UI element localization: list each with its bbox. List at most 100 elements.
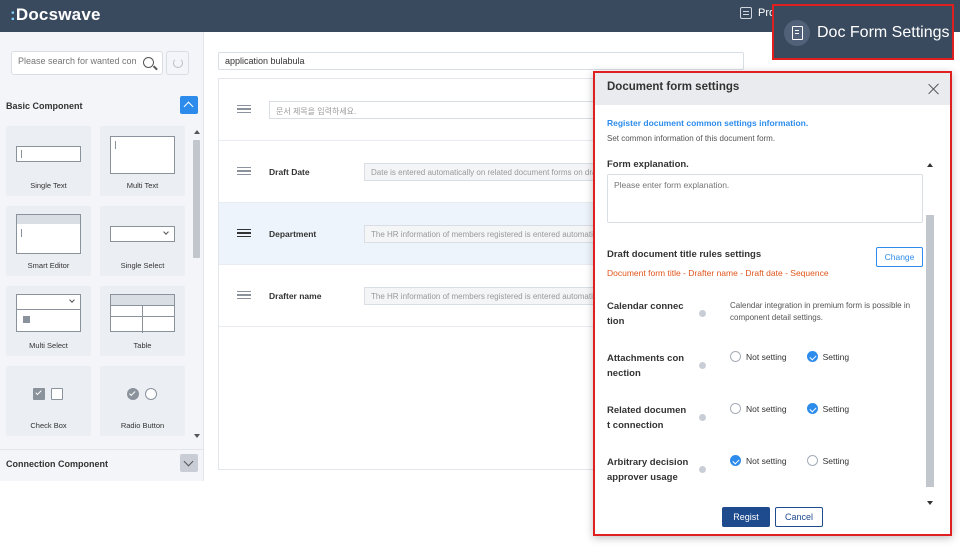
checkbox-empty-icon <box>51 388 63 400</box>
basic-component-header[interactable]: Basic Component <box>0 92 204 122</box>
component-radio-button[interactable]: Radio Button <box>100 366 185 436</box>
refresh-button[interactable] <box>166 51 189 75</box>
component-label: Multi Text <box>126 181 159 190</box>
dialog-subtitle: Register document common settings inform… <box>607 118 809 128</box>
table-icon <box>110 294 175 333</box>
multi-text-icon <box>110 136 175 174</box>
attachments-connection-label: Attachments con nection <box>607 353 685 379</box>
component-search-input[interactable] <box>18 56 136 66</box>
component-search[interactable] <box>11 51 163 75</box>
docswave-logo[interactable]: :Docswave <box>10 5 101 25</box>
section-label: Basic Component <box>6 101 83 111</box>
dialog-description: Set common information of this document … <box>607 134 776 143</box>
component-single-text[interactable]: Single Text <box>6 126 91 196</box>
attachments-setting-option[interactable]: Setting <box>806 351 849 362</box>
search-icon[interactable] <box>143 57 154 68</box>
radio-empty-icon[interactable] <box>730 351 741 362</box>
component-single-select[interactable]: Single Select <box>100 206 185 276</box>
collapse-toggle[interactable] <box>180 96 198 114</box>
form-explanation-label: Form explanation. <box>607 159 689 170</box>
component-label: Smart Editor <box>27 261 70 270</box>
document-form-settings-dialog: Document form settings Register document… <box>593 71 952 536</box>
scroll-down-icon[interactable] <box>194 434 200 438</box>
single-text-icon <box>16 146 81 162</box>
calendar-connection-label: Calendar connec tion <box>607 301 684 327</box>
component-table[interactable]: Table <box>100 286 185 356</box>
dialog-header: Document form settings <box>595 73 950 105</box>
component-scrollbar[interactable] <box>192 128 201 440</box>
arbitrary-not-setting-option[interactable]: Not setting <box>730 455 787 466</box>
radio-checked-icon[interactable] <box>730 455 741 466</box>
component-label: Radio Button <box>120 421 165 430</box>
related-radio-group: Not setting Setting <box>730 403 869 414</box>
radio-checked-icon[interactable] <box>806 403 818 414</box>
component-check-box[interactable]: Check Box <box>6 366 91 436</box>
close-icon[interactable] <box>928 83 940 95</box>
doc-form-settings-callout[interactable]: Doc Form Settings <box>772 4 954 60</box>
connection-component-header[interactable]: Connection Component <box>0 449 204 479</box>
related-setting-option[interactable]: Setting <box>806 403 849 414</box>
component-label: Multi Select <box>29 341 68 350</box>
scroll-down-icon[interactable] <box>927 501 933 505</box>
related-document-connection-label: Related documen t connection <box>607 405 687 431</box>
section-label: Connection Component <box>6 459 108 469</box>
component-label: Single Text <box>30 181 67 190</box>
field-name: Drafter name <box>269 291 322 301</box>
multi-select-icon <box>16 294 81 332</box>
expand-toggle[interactable] <box>180 454 198 472</box>
dialog-title: Document form settings <box>607 81 740 93</box>
component-multi-select[interactable]: Multi Select <box>6 286 91 356</box>
radio-empty-icon <box>145 388 157 400</box>
component-label: Check Box <box>30 421 67 430</box>
title-rules-label: Draft document title rules settings <box>607 249 762 260</box>
drag-handle-icon[interactable] <box>237 291 251 299</box>
component-panel: Basic Component Single Text Multi Text S… <box>0 32 204 481</box>
related-not-setting-option[interactable]: Not setting <box>730 403 787 414</box>
component-smart-editor[interactable]: Smart Editor <box>6 206 91 276</box>
scroll-up-icon[interactable] <box>927 163 933 167</box>
component-label: Single Select <box>120 261 165 270</box>
scroll-thumb[interactable] <box>926 215 934 487</box>
field-name: Department <box>269 229 317 239</box>
arbitrary-setting-option[interactable]: Setting <box>806 455 849 466</box>
cancel-button[interactable]: Cancel <box>775 507 823 527</box>
help-icon[interactable] <box>699 466 706 473</box>
help-icon[interactable] <box>699 362 706 369</box>
chevron-up-icon <box>183 101 194 112</box>
attachments-radio-group: Not setting Setting <box>730 351 869 362</box>
smart-editor-icon <box>16 214 81 254</box>
refresh-icon <box>173 58 183 68</box>
single-select-icon <box>110 226 175 242</box>
radio-empty-icon[interactable] <box>806 455 818 466</box>
form-explanation-input[interactable] <box>607 174 923 223</box>
help-icon[interactable] <box>699 310 706 317</box>
drag-handle-icon[interactable] <box>237 167 251 175</box>
drag-handle-icon[interactable] <box>237 229 251 237</box>
help-icon[interactable] <box>699 414 706 421</box>
list-icon <box>740 7 752 19</box>
radio-empty-icon[interactable] <box>730 403 741 414</box>
dialog-scrollbar[interactable] <box>925 159 935 505</box>
application-title-input[interactable]: application bulabula <box>218 52 744 70</box>
attachments-not-setting-option[interactable]: Not setting <box>730 351 787 362</box>
chevron-down-icon <box>183 456 194 467</box>
component-grid: Single Text Multi Text Smart Editor Sing… <box>6 126 191 437</box>
callout-label: Doc Form Settings <box>817 24 950 41</box>
drag-handle-icon[interactable] <box>237 105 251 113</box>
arbitrary-radio-group: Not setting Setting <box>730 455 869 466</box>
field-name: Draft Date <box>269 167 310 177</box>
scroll-thumb[interactable] <box>193 140 200 258</box>
component-label: Table <box>133 341 152 350</box>
arbitrary-decision-label: Arbitrary decision approver usage <box>607 457 689 483</box>
top-menu-item[interactable]: Pro <box>740 7 775 19</box>
document-icon <box>784 20 810 46</box>
radio-checked-icon <box>127 388 139 400</box>
change-button[interactable]: Change <box>876 247 923 267</box>
dialog-body: Form explanation. Draft document title r… <box>595 159 950 489</box>
radio-checked-icon[interactable] <box>806 351 818 362</box>
regist-button[interactable]: Regist <box>722 507 770 527</box>
title-rule-value: Document form title - Drafter name - Dra… <box>607 268 829 278</box>
checkbox-checked-icon <box>33 388 45 400</box>
component-multi-text[interactable]: Multi Text <box>100 126 185 196</box>
scroll-up-icon[interactable] <box>194 130 200 134</box>
